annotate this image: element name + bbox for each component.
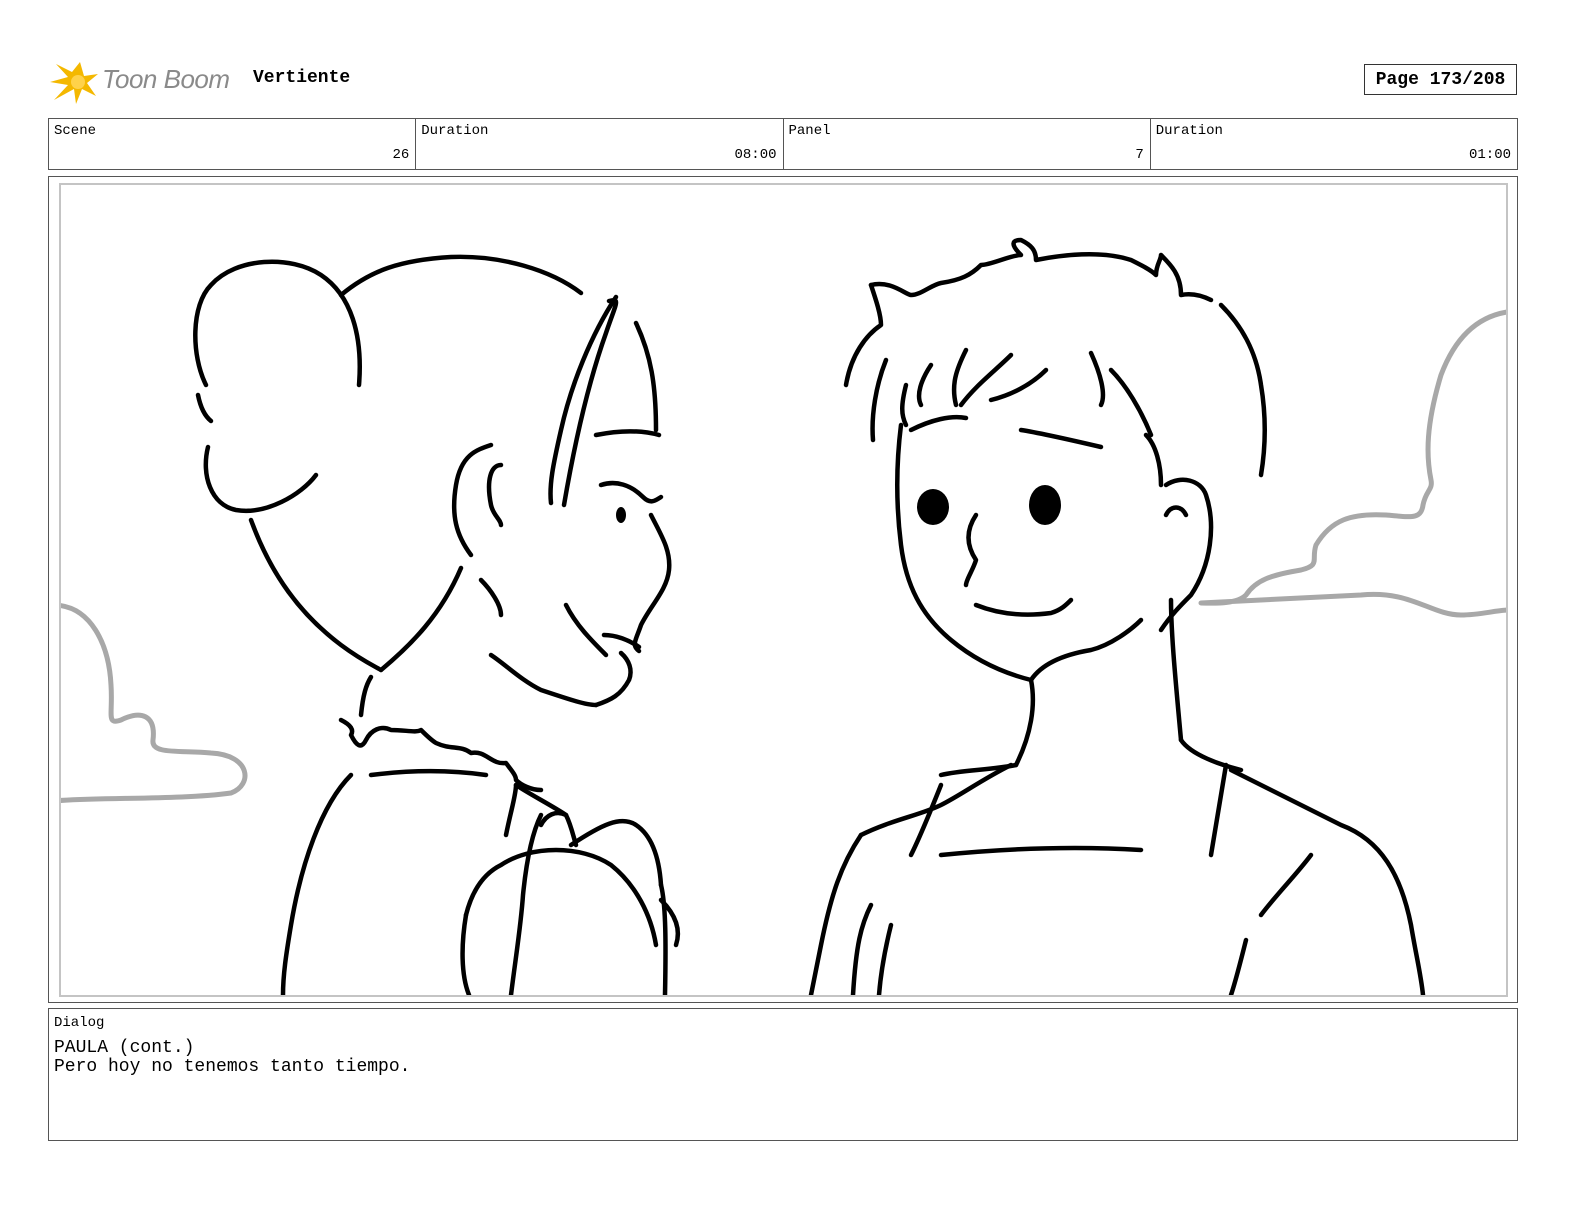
- logo-wordmark: Toon Boom: [102, 64, 230, 94]
- sun-burst-icon: [50, 62, 98, 104]
- storyboard-panel: [48, 176, 1518, 1003]
- panel-cell: Panel 7: [784, 119, 1151, 169]
- toon-boom-logo: Toon Boom: [50, 54, 240, 108]
- dialog-text-line: Pero hoy no tenemos tanto tiempo.: [54, 1057, 411, 1077]
- panel-info-row: Scene 26 Duration 08:00 Panel 7 Duration…: [48, 118, 1518, 170]
- dialog-label: Dialog: [54, 1015, 105, 1031]
- dialog-character-line: PAULA (cont.): [54, 1038, 195, 1058]
- scene-value: 26: [392, 147, 410, 163]
- page-number: Page 173/208: [1364, 64, 1517, 95]
- panel-drawing-frame: [59, 183, 1508, 997]
- panel-duration-value: 01:00: [1468, 147, 1511, 163]
- panel-value: 7: [1135, 147, 1144, 163]
- left-cloud: [61, 603, 248, 803]
- panel-duration-cell: Duration 01:00: [1151, 119, 1517, 169]
- scene-cell: Scene 26: [49, 119, 417, 169]
- project-title: Vertiente: [253, 68, 351, 88]
- panel-duration-label: Duration: [1155, 123, 1223, 139]
- scene-duration-value: 08:00: [734, 147, 777, 163]
- dialog-box: Dialog PAULA (cont.) Pero hoy no tenemos…: [48, 1008, 1518, 1141]
- panel-label: Panel: [788, 123, 831, 139]
- scene-label: Scene: [54, 123, 97, 139]
- scene-duration-label: Duration: [421, 123, 489, 139]
- panel-sketch: [61, 237, 1506, 995]
- right-cloud: [1198, 309, 1506, 618]
- scene-duration-cell: Duration 08:00: [416, 119, 784, 169]
